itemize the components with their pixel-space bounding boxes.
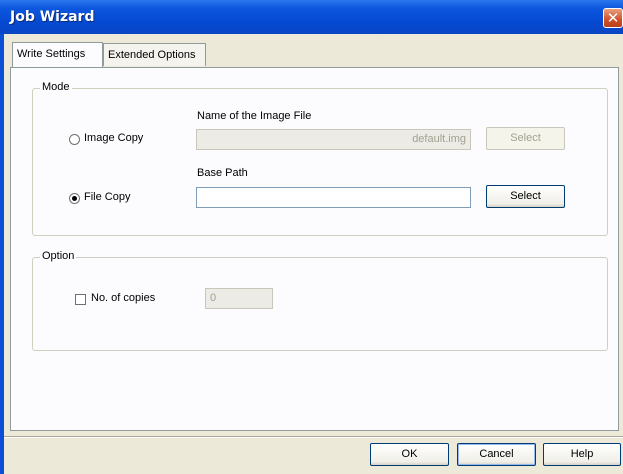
image-copy-radio[interactable] — [69, 134, 80, 145]
tab-extended-options-label: Extended Options — [108, 49, 196, 61]
write-settings-page: Mode Image Copy Name of the Image File d… — [10, 67, 619, 431]
copies-checkbox[interactable] — [75, 294, 86, 305]
copies-field[interactable]: 0 — [205, 288, 273, 309]
help-button[interactable]: Help — [543, 443, 621, 466]
footer-separator-highlight — [4, 437, 623, 438]
ok-button[interactable]: OK — [370, 443, 449, 466]
mode-group-label: Mode — [40, 81, 72, 93]
copies-label[interactable]: No. of copies — [91, 292, 155, 304]
cancel-button[interactable]: Cancel — [457, 443, 536, 466]
close-icon: ✕ — [606, 9, 620, 27]
job-wizard-window: Job Wizard ✕ Write Settings Extended Opt… — [0, 0, 623, 474]
window-title: Job Wizard — [10, 9, 95, 25]
base-path-select-button[interactable]: Select — [486, 185, 565, 208]
tab-write-settings-label: Write Settings — [17, 48, 86, 60]
image-file-name-label: Name of the Image File — [197, 110, 312, 122]
tab-write-settings[interactable]: Write Settings — [12, 42, 103, 67]
file-copy-label[interactable]: File Copy — [84, 191, 130, 203]
image-copy-label[interactable]: Image Copy — [84, 132, 143, 144]
file-copy-radio[interactable] — [69, 193, 80, 204]
image-file-name-field[interactable]: default.img — [196, 129, 471, 150]
mode-group: Mode Image Copy Name of the Image File d… — [32, 81, 608, 236]
radio-selected-dot — [72, 196, 77, 201]
base-path-label: Base Path — [197, 167, 248, 179]
tab-extended-options[interactable]: Extended Options — [103, 43, 206, 66]
title-bar[interactable]: Job Wizard ✕ — [0, 0, 623, 34]
base-path-field[interactable] — [196, 187, 471, 208]
close-button[interactable]: ✕ — [603, 8, 623, 28]
dialog-client-area: Write Settings Extended Options Mode Ima… — [4, 34, 623, 474]
option-group-label: Option — [40, 250, 77, 262]
image-file-select-button[interactable]: Select — [486, 127, 565, 150]
option-group: Option No. of copies 0 — [32, 250, 608, 351]
